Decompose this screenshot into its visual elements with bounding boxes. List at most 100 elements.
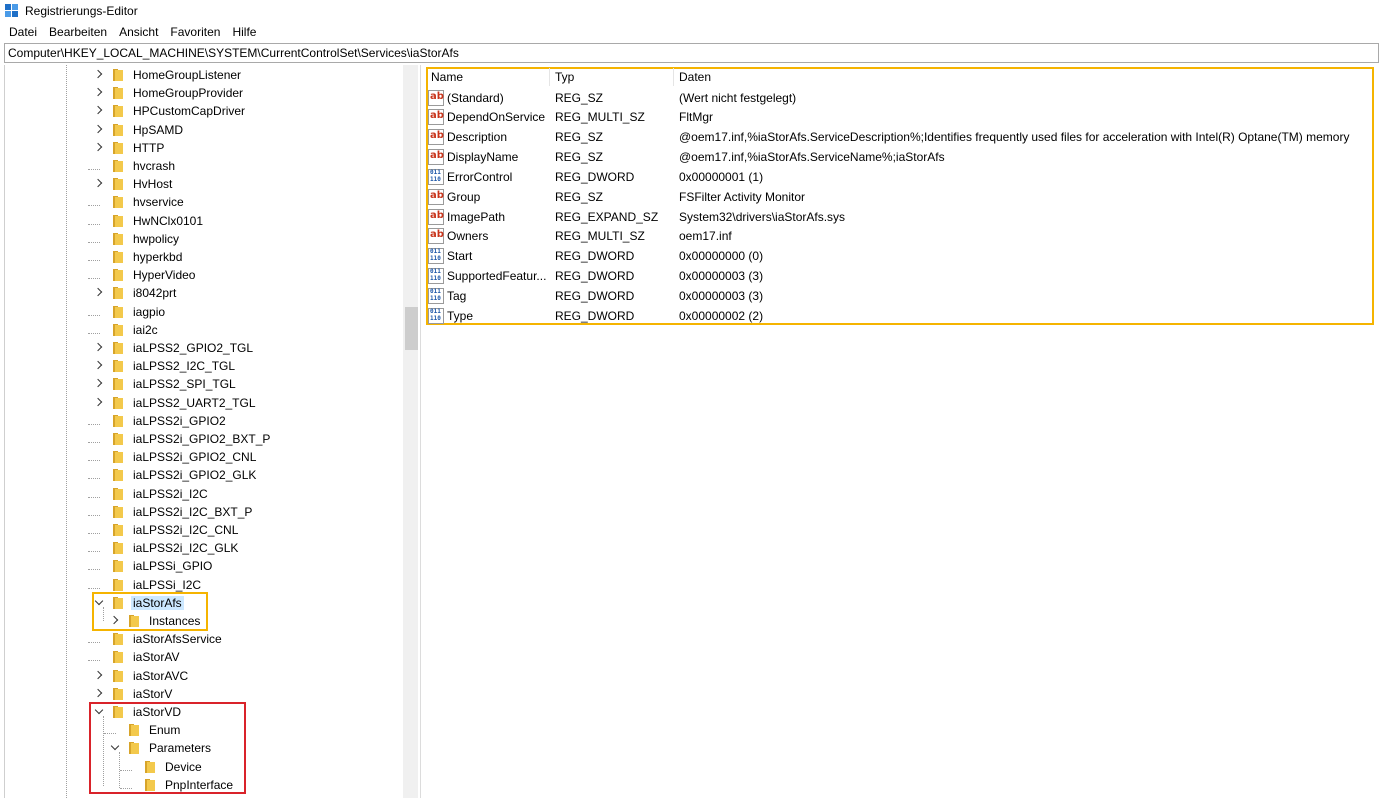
pane-splitter[interactable] — [420, 65, 421, 798]
value-row[interactable]: Tag REG_DWORD 0x00000003 (3) — [428, 287, 1368, 306]
chevron-right-icon[interactable] — [93, 124, 105, 136]
value-row[interactable]: ErrorControl REG_DWORD 0x00000001 (1) — [428, 167, 1368, 186]
value-type: REG_SZ — [555, 189, 604, 204]
column-header-type[interactable]: Typ — [555, 67, 574, 87]
column-header-data[interactable]: Daten — [679, 67, 711, 87]
chevron-right-icon[interactable] — [93, 360, 105, 372]
value-row[interactable]: SupportedFeatur... REG_DWORD 0x00000003 (3… — [428, 267, 1368, 286]
chevron-right-icon[interactable] — [93, 87, 105, 99]
tree-connector — [88, 524, 105, 536]
registry-editor-icon — [5, 4, 19, 18]
menu-ansicht[interactable]: Ansicht — [113, 25, 164, 39]
string-value-icon — [428, 228, 444, 245]
menu-datei[interactable]: Datei — [0, 25, 43, 39]
tree-item-ialpss2i-i2c-bxt-p[interactable]: iaLPSS2i_I2C_BXT_P — [88, 503, 254, 521]
tree-item-ialpss2-spi-tgl[interactable]: iaLPSS2_SPI_TGL — [93, 375, 238, 393]
tree-item-ialpss2i-i2c[interactable]: iaLPSS2i_I2C — [88, 485, 210, 503]
tree-item-i8042prt[interactable]: i8042prt — [93, 284, 178, 302]
tree-scrollbar[interactable] — [403, 65, 418, 798]
column-divider[interactable] — [673, 68, 674, 86]
value-data: FltMgr — [679, 110, 713, 125]
chevron-right-icon[interactable] — [93, 69, 105, 81]
value-row[interactable]: Group REG_SZ FSFilter Activity Monitor — [428, 187, 1368, 206]
tree-item-label: HTTP — [133, 140, 165, 155]
tree-item-hpcustomcapdriver[interactable]: HPCustomCapDriver — [93, 102, 247, 120]
chevron-right-icon[interactable] — [93, 670, 105, 682]
tree-item-ialpss2i-gpio2[interactable]: iaLPSS2i_GPIO2 — [88, 412, 228, 430]
tree-item-http[interactable]: HTTP — [93, 139, 166, 157]
value-row[interactable]: ImagePath REG_EXPAND_SZ System32\drivers\i… — [428, 207, 1368, 226]
menu-hilfe[interactable]: Hilfe — [226, 25, 262, 39]
tree-item-homegrouplistener[interactable]: HomeGroupListener — [93, 66, 243, 84]
value-row[interactable]: (Standard) REG_SZ (Wert nicht festgelegt) — [428, 88, 1368, 107]
menu-bar: Datei Bearbeiten Ansicht Favoriten Hilfe — [0, 23, 262, 41]
value-name: (Standard) — [447, 90, 504, 105]
tree-item-ialpss2i-i2c-glk[interactable]: iaLPSS2i_I2C_GLK — [88, 539, 240, 557]
chevron-right-icon[interactable] — [93, 287, 105, 299]
value-type: REG_EXPAND_SZ — [555, 209, 659, 224]
tree-item-ialpss2-gpio2-tgl[interactable]: iaLPSS2_GPIO2_TGL — [93, 339, 255, 357]
tree-connector — [88, 160, 105, 172]
tree-item-ialpss2i-gpio2-glk[interactable]: iaLPSS2i_GPIO2_GLK — [88, 466, 258, 484]
tree-item-ialpss2-uart2-tgl[interactable]: iaLPSS2_UART2_TGL — [93, 394, 258, 412]
value-row[interactable]: Owners REG_MULTI_SZ oem17.inf — [428, 227, 1368, 246]
tree-item-hvcrash[interactable]: hvcrash — [88, 157, 177, 175]
tree-connector — [88, 269, 105, 281]
tree-item-hyperkbd[interactable]: hyperkbd — [88, 248, 184, 266]
value-data: 0x00000002 (2) — [679, 308, 764, 323]
tree-item-hvservice[interactable]: hvservice — [88, 193, 186, 211]
tree-item-hwnclx0101[interactable]: HwNClx0101 — [88, 212, 205, 230]
tree-item-ialpssi-i2c[interactable]: iaLPSSi_I2C — [88, 576, 203, 594]
menu-favoriten[interactable]: Favoriten — [164, 25, 226, 39]
value-type: REG_DWORD — [555, 249, 635, 264]
tree-item-hvhost[interactable]: HvHost — [93, 175, 174, 193]
tree-scrollbar-thumb[interactable] — [405, 307, 418, 350]
tree-item-hwpolicy[interactable]: hwpolicy — [88, 230, 181, 248]
value-row[interactable]: DependOnService REG_MULTI_SZ FltMgr — [428, 108, 1368, 127]
tree-item-label: HpSAMD — [133, 122, 184, 137]
tree-item-ialpss2i-i2c-cnl[interactable]: iaLPSS2i_I2C_CNL — [88, 521, 240, 539]
tree-item-iastorv[interactable]: iaStorV — [93, 685, 174, 703]
value-name: DisplayName — [447, 150, 519, 165]
chevron-right-icon[interactable] — [93, 378, 105, 390]
chevron-right-icon[interactable] — [93, 688, 105, 700]
chevron-right-icon[interactable] — [93, 142, 105, 154]
folder-icon — [111, 469, 125, 482]
address-bar[interactable]: Computer\HKEY_LOCAL_MACHINE\SYSTEM\Curre… — [4, 43, 1379, 63]
tree-item-label: hwpolicy — [133, 231, 180, 246]
value-row[interactable]: Description REG_SZ @oem17.inf,%iaStorAfs.S… — [428, 128, 1368, 147]
value-type: REG_MULTI_SZ — [555, 229, 645, 244]
folder-icon — [111, 141, 125, 154]
tree-item-iastorav[interactable]: iaStorAV — [88, 648, 181, 666]
chevron-right-icon[interactable] — [93, 342, 105, 354]
tree-item-iai2c[interactable]: iai2c — [88, 321, 160, 339]
tree-item-label: HwNClx0101 — [133, 213, 204, 228]
tree-item-ialpss2i-gpio2-bxt-p[interactable]: iaLPSS2i_GPIO2_BXT_P — [88, 430, 272, 448]
chevron-right-icon[interactable] — [93, 178, 105, 190]
tree-item-iastorafsservice[interactable]: iaStorAfsService — [88, 630, 224, 648]
value-name: ImagePath — [447, 209, 506, 224]
highlight-box-iastorvd — [89, 702, 246, 794]
chevron-right-icon[interactable] — [93, 105, 105, 117]
menu-bearbeiten[interactable]: Bearbeiten — [43, 25, 113, 39]
column-divider[interactable] — [549, 68, 550, 86]
column-header-name[interactable]: Name — [431, 67, 463, 87]
tree-item-hypervideo[interactable]: HyperVideo — [88, 266, 197, 284]
value-row[interactable]: DisplayName REG_SZ @oem17.inf,%iaStorAfs.S… — [428, 148, 1368, 167]
tree-item-label: iaLPSS2i_I2C_BXT_P — [133, 504, 253, 519]
tree-item-hpsamd[interactable]: HpSAMD — [93, 121, 185, 139]
tree-item-iastoravc[interactable]: iaStorAVC — [93, 667, 190, 685]
address-path: Computer\HKEY_LOCAL_MACHINE\SYSTEM\Curre… — [8, 46, 459, 60]
value-row[interactable]: Start REG_DWORD 0x00000000 (0) — [428, 247, 1368, 266]
tree-item-homegroupprovider[interactable]: HomeGroupProvider — [93, 84, 245, 102]
folder-icon — [111, 287, 125, 300]
tree-item-ialpss2i-gpio2-cnl[interactable]: iaLPSS2i_GPIO2_CNL — [88, 448, 258, 466]
tree-item-ialpssi-gpio[interactable]: iaLPSSi_GPIO — [88, 557, 214, 575]
tree-item-label: HvHost — [133, 177, 173, 192]
chevron-right-icon[interactable] — [93, 397, 105, 409]
value-row[interactable]: Type REG_DWORD 0x00000002 (2) — [428, 306, 1368, 325]
tree-item-iagpio[interactable]: iagpio — [88, 303, 167, 321]
tree-item-ialpss2-i2c-tgl[interactable]: iaLPSS2_I2C_TGL — [93, 357, 237, 375]
value-data: 0x00000001 (1) — [679, 169, 764, 184]
tree-item-label: iaLPSS2_UART2_TGL — [133, 395, 256, 410]
